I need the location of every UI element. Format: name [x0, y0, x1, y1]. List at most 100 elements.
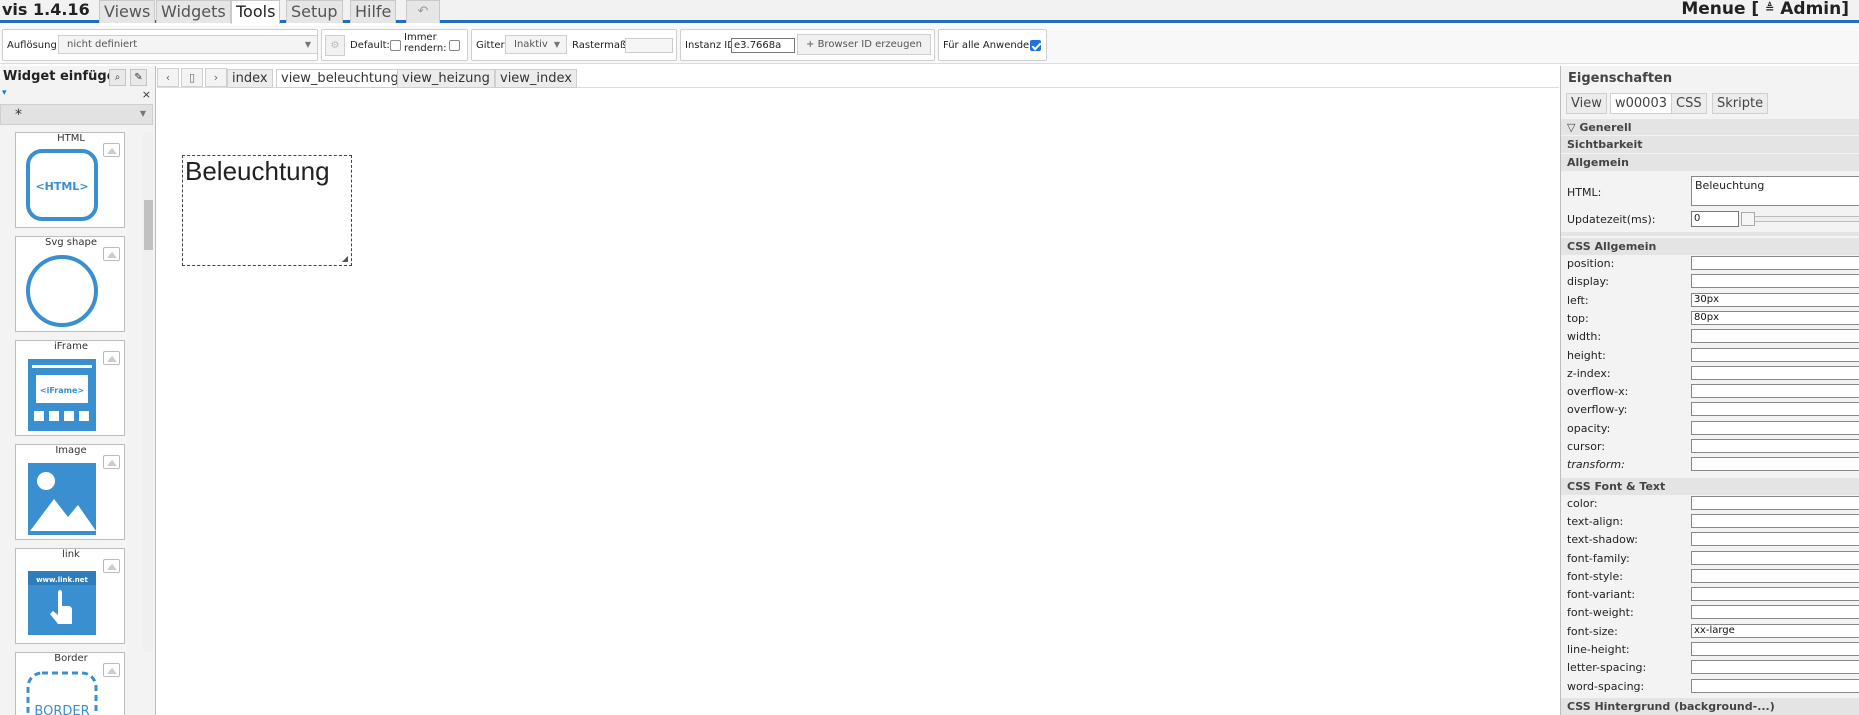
section-css-allgemein[interactable]: CSS Allgemein: [1561, 238, 1859, 255]
update-slider[interactable]: [1741, 216, 1859, 222]
prop-input[interactable]: [1691, 532, 1859, 547]
prop-tab-widget[interactable]: w00003: [1610, 93, 1672, 114]
prop-input[interactable]: [1691, 642, 1859, 656]
section-css-font[interactable]: CSS Font & Text: [1561, 477, 1859, 495]
section-generell[interactable]: ▽ Generell: [1561, 119, 1859, 135]
section-sichtbarkeit[interactable]: Sichtbarkeit: [1561, 136, 1859, 153]
html-widget-icon: <HTML>: [26, 149, 98, 221]
prop-input[interactable]: [1691, 439, 1859, 453]
editor-canvas[interactable]: [157, 89, 1559, 715]
view-tab-view-index[interactable]: view_index: [495, 69, 578, 88]
prop-label: display:: [1567, 275, 1609, 289]
prop-input[interactable]: [1691, 568, 1859, 583]
prop-input[interactable]: xx-large: [1691, 623, 1859, 638]
tab-hilfe[interactable]: Hilfe: [350, 0, 397, 23]
selected-widget[interactable]: Beleuchtung ◢: [182, 155, 352, 266]
prop-label: overflow-x:: [1567, 385, 1629, 399]
prop-input[interactable]: [1691, 678, 1859, 693]
close-icon[interactable]: ×: [142, 88, 151, 101]
prop-input[interactable]: [1691, 550, 1859, 565]
prop-input[interactable]: [1691, 274, 1859, 289]
undo-icon: ↶: [417, 4, 429, 19]
iframe-widget-art-text: <iFrame>: [40, 386, 84, 395]
view-tab-index[interactable]: index: [227, 69, 273, 88]
resolution-select[interactable]: nicht definiert ▼: [58, 35, 318, 54]
default-group: ⚙ Default: Immer rendern:: [321, 29, 468, 61]
chevron-right-icon[interactable]: ›: [205, 68, 227, 87]
prop-label: letter-spacing:: [1567, 661, 1647, 675]
tag-icon[interactable]: ✎: [130, 69, 147, 86]
view-tab-beleuchtung[interactable]: view_beleuchtung: [276, 69, 404, 88]
image-widget-icon: [28, 463, 96, 535]
tab-views[interactable]: Views: [99, 0, 156, 23]
prop-label: position:: [1567, 257, 1615, 270]
browser-id-button[interactable]: + Browser ID erzeugen: [797, 34, 931, 55]
prop-label: color:: [1567, 496, 1598, 510]
chevron-left-icon[interactable]: ‹: [157, 68, 179, 87]
widget-panel-title: Widget einfügen: [3, 69, 125, 84]
prop-input[interactable]: [1691, 329, 1859, 344]
raster-input[interactable]: [625, 38, 673, 53]
widget-panel: Widget einfügen ⌕ ✎ ▾ × * ▼ HTML <HTML> …: [0, 66, 156, 715]
prop-input[interactable]: [1691, 457, 1859, 472]
html-textarea[interactable]: Beleuchtung: [1691, 176, 1859, 206]
prop-input[interactable]: [1691, 256, 1859, 270]
prop-label: font-style:: [1567, 569, 1623, 583]
prop-input[interactable]: [1691, 384, 1859, 399]
undo-button[interactable]: ↶: [406, 0, 440, 23]
prop-input[interactable]: [1691, 347, 1859, 362]
instance-input[interactable]: e3.7668a: [731, 38, 795, 53]
prop-tab-css[interactable]: CSS: [1671, 93, 1707, 114]
prop-label: line-height:: [1567, 643, 1630, 656]
all-users-checkbox[interactable]: [1030, 40, 1041, 51]
widget-card-image[interactable]: Image: [15, 444, 125, 540]
image-icon: [103, 351, 120, 365]
raster-label: Rastermaß:: [572, 40, 630, 51]
all-users-group: Für alle Anwender:: [938, 29, 1047, 61]
grid-select[interactable]: Inaktiv ▼: [505, 35, 567, 54]
prop-input[interactable]: [1691, 402, 1859, 417]
tab-tools[interactable]: Tools: [231, 0, 281, 24]
view-tab-heizung[interactable]: view_heizung: [397, 69, 495, 88]
prop-tab-skripte[interactable]: Skripte: [1712, 93, 1769, 114]
widget-html-text: Beleuchtung: [185, 156, 330, 186]
filter-icon: ▽: [1567, 121, 1576, 134]
update-input[interactable]: 0: [1691, 211, 1739, 227]
settings-icon[interactable]: ⚙: [325, 35, 345, 56]
prop-input[interactable]: [1691, 605, 1859, 620]
prop-input[interactable]: 80px: [1691, 310, 1859, 325]
prop-input[interactable]: 30px: [1691, 292, 1859, 307]
widget-list-scroll-thumb[interactable]: [144, 200, 153, 250]
section-css-background[interactable]: CSS Hintergrund (background-...): [1561, 697, 1859, 715]
prop-label: font-size:: [1567, 624, 1618, 638]
resize-handle-icon[interactable]: ◢: [342, 254, 348, 263]
user-menu[interactable]: Menue [ ≜ Admin]: [1681, 0, 1849, 20]
prop-input[interactable]: [1691, 513, 1859, 528]
prop-input[interactable]: [1691, 660, 1859, 675]
widget-filter-select[interactable]: * ▼: [0, 104, 153, 125]
border-widget-art-text: BORDER: [34, 704, 89, 715]
section-allgemein[interactable]: Allgemein: [1561, 154, 1859, 171]
tab-setup[interactable]: Setup: [286, 0, 343, 23]
widget-card-svg-shape[interactable]: Svg shape: [15, 236, 125, 332]
widget-card-html[interactable]: HTML <HTML>: [15, 132, 125, 228]
menu-label: Menue [: [1681, 0, 1760, 19]
always-render-checkbox[interactable]: [449, 40, 460, 51]
prop-label: font-family:: [1567, 551, 1630, 565]
widget-card-border[interactable]: Border BORDER: [15, 652, 125, 715]
always-render-label-2: rendern:: [404, 43, 447, 54]
tab-widgets[interactable]: Widgets: [156, 0, 231, 23]
widget-card-iframe[interactable]: iFrame <iFrame>: [15, 340, 125, 436]
view-tabs-bar: ‹ ▯ › index view_beleuchtung view_heizun…: [157, 66, 1559, 88]
prop-input[interactable]: [1691, 587, 1859, 602]
prop-input[interactable]: [1691, 365, 1859, 380]
search-icon[interactable]: ⌕: [109, 69, 126, 86]
widget-card-link[interactable]: link www.link.net: [15, 548, 125, 644]
trash-icon[interactable]: ▯: [181, 68, 203, 87]
default-checkbox[interactable]: [390, 40, 401, 51]
prop-input[interactable]: [1691, 420, 1859, 435]
prop-tab-view[interactable]: View: [1566, 93, 1607, 114]
toolbar: Auflösung: nicht definiert ▼ ⚙ Default: …: [0, 26, 1859, 64]
update-slider-thumb[interactable]: [1741, 212, 1755, 226]
prop-input[interactable]: [1691, 495, 1859, 510]
